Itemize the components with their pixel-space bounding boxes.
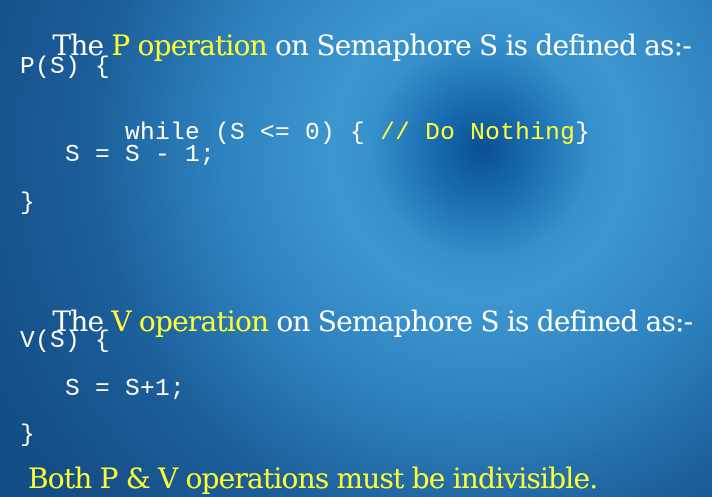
p-heading-suffix: on Semaphore S is defined as:- — [266, 29, 692, 62]
p-do-nothing-comment: // Do Nothing — [380, 119, 576, 147]
v-operation-heading: The V operation on Semaphore S is define… — [20, 280, 693, 364]
slide: The P operation on Semaphore S is define… — [0, 0, 712, 497]
v-heading-suffix: on Semaphore S is defined as:- — [268, 305, 693, 338]
p-operation-term: P operation — [111, 29, 267, 62]
p-operation-heading: The P operation on Semaphore S is define… — [20, 4, 691, 88]
p-code-line-1: P(S) { — [20, 54, 111, 81]
v-code-line-2: S = S+1; — [20, 376, 186, 403]
v-operation-term: V operation — [111, 305, 269, 338]
indivisible-note: Both P & V operations must be indivisibl… — [28, 462, 598, 495]
p-while-close-brace: } — [575, 119, 591, 147]
v-code-line-1: V(S) { — [20, 328, 111, 355]
p-code-line-4: } — [20, 190, 36, 217]
v-code-line-3: } — [20, 422, 36, 449]
p-code-line-3: S = S - 1; — [20, 142, 216, 169]
